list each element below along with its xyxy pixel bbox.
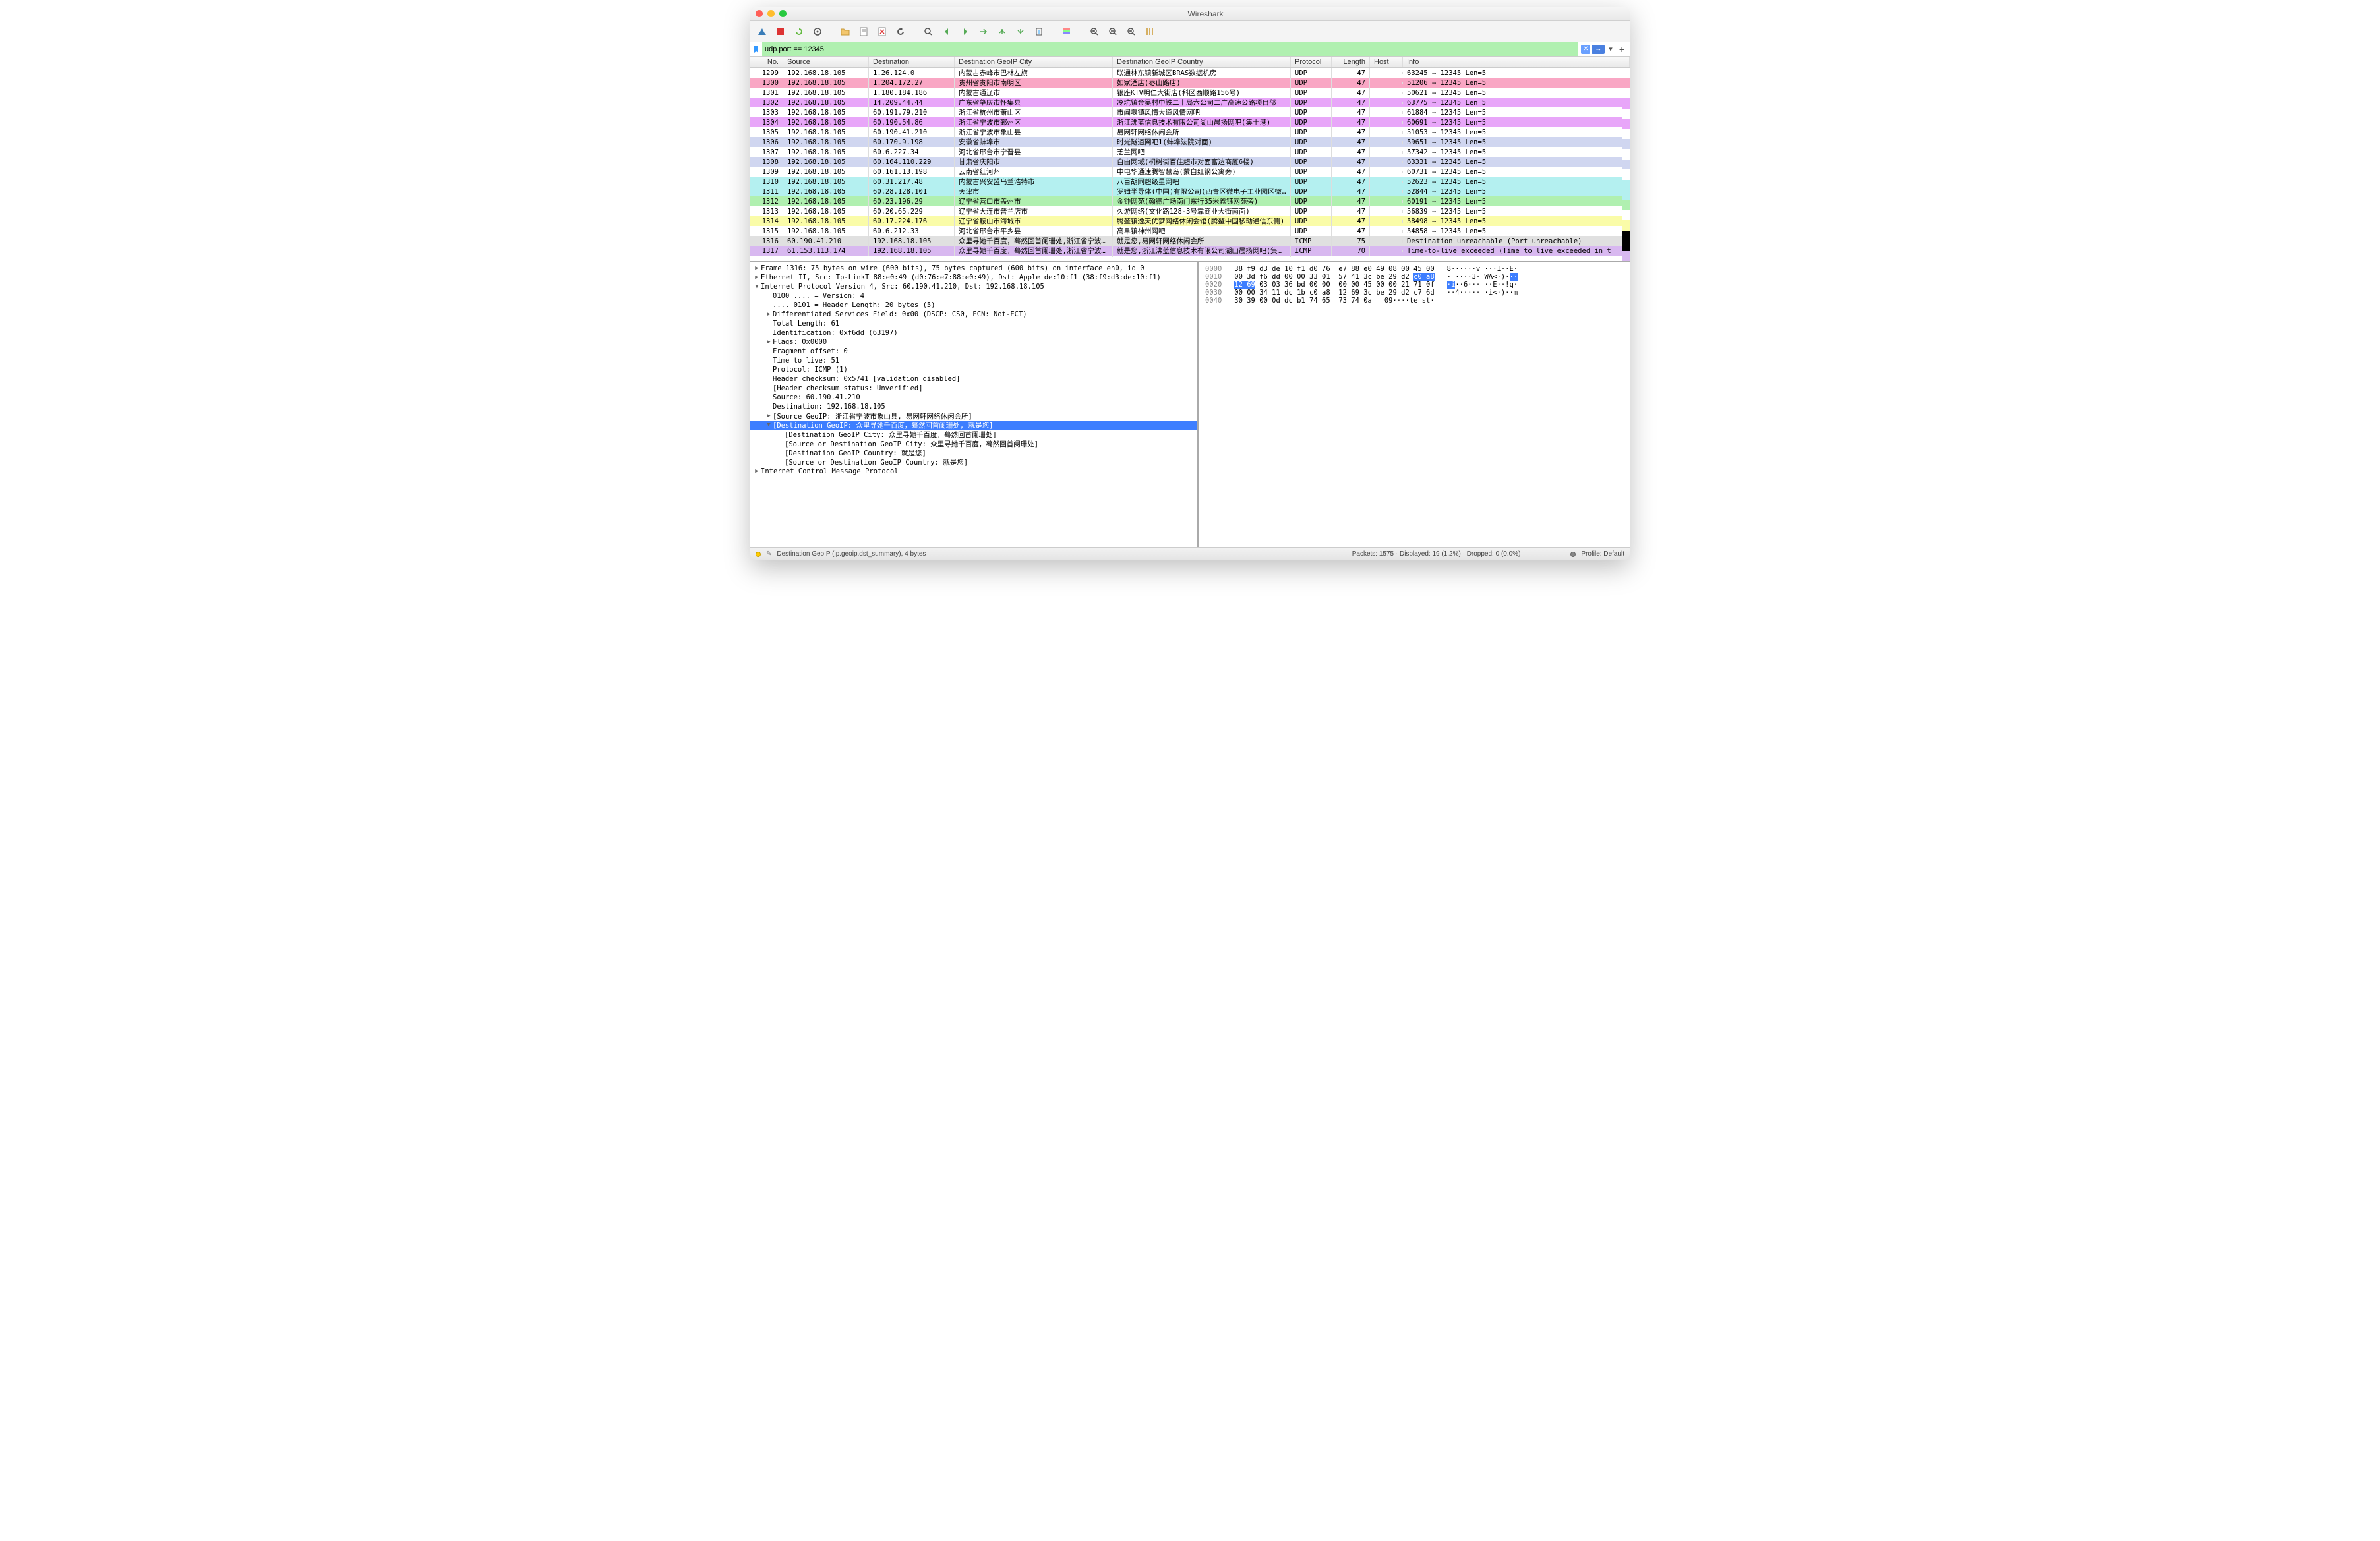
- packet-bytes-pane[interactable]: 0000 38 f9 d3 de 10 f1 d0 76 e7 88 e0 49…: [1199, 262, 1630, 547]
- apply-filter-icon[interactable]: →: [1592, 45, 1605, 54]
- packet-row[interactable]: 131761.153.113.174192.168.18.105众里寻她千百度，…: [750, 246, 1630, 256]
- tree-item[interactable]: ▶Internet Control Message Protocol: [750, 467, 1197, 476]
- packet-minimap: [1622, 68, 1630, 261]
- prev-icon[interactable]: [939, 24, 955, 40]
- tree-item[interactable]: ▼Internet Protocol Version 4, Src: 60.19…: [750, 282, 1197, 291]
- reload-icon[interactable]: [893, 24, 908, 40]
- tree-item[interactable]: ▶Ethernet II, Src: Tp-LinkT_88:e0:49 (d0…: [750, 273, 1197, 282]
- edit-icon[interactable]: ✎: [766, 550, 771, 558]
- col-protocol[interactable]: Protocol: [1291, 57, 1332, 67]
- status-bar: ✎ Destination GeoIP (ip.geoip.dst_summar…: [750, 547, 1630, 560]
- tree-item[interactable]: .... 0101 = Header Length: 20 bytes (5): [750, 301, 1197, 310]
- stop-capture-icon[interactable]: [773, 24, 788, 40]
- tree-item[interactable]: Source: 60.190.41.210: [750, 393, 1197, 402]
- tree-item[interactable]: [Header checksum status: Unverified]: [750, 384, 1197, 393]
- open-file-icon[interactable]: [837, 24, 853, 40]
- tree-item[interactable]: ▶Frame 1316: 75 bytes on wire (600 bits)…: [750, 264, 1197, 273]
- tree-item[interactable]: [Destination GeoIP City: 众里寻她千百度，蓦然回首阑珊处…: [750, 430, 1197, 439]
- auto-scroll-icon[interactable]: [1031, 24, 1047, 40]
- goto-icon[interactable]: [976, 24, 992, 40]
- display-filter-input[interactable]: [762, 42, 1578, 56]
- zoom-reset-icon[interactable]: 1: [1123, 24, 1139, 40]
- save-file-icon[interactable]: [856, 24, 872, 40]
- expert-info-icon[interactable]: [756, 552, 761, 557]
- tree-item[interactable]: Protocol: ICMP (1): [750, 365, 1197, 374]
- close-file-icon[interactable]: [874, 24, 890, 40]
- resize-columns-icon[interactable]: [1142, 24, 1158, 40]
- zoom-in-icon[interactable]: [1086, 24, 1102, 40]
- col-info[interactable]: Info: [1403, 57, 1630, 67]
- packet-list-pane[interactable]: No. Source Destination Destination GeoIP…: [750, 57, 1630, 262]
- tree-item[interactable]: [Source or Destination GeoIP City: 众里寻她千…: [750, 439, 1197, 448]
- window-title: Wireshark: [787, 9, 1624, 18]
- hex-row[interactable]: 0040 30 39 00 0d dc b1 74 65 73 74 0a 09…: [1205, 297, 1623, 305]
- minimize-window[interactable]: [767, 10, 775, 17]
- tree-item[interactable]: Header checksum: 0x5741 [validation disa…: [750, 374, 1197, 384]
- restart-capture-icon[interactable]: [791, 24, 807, 40]
- status-packet-counts: Packets: 1575 · Displayed: 19 (1.2%) · D…: [1352, 550, 1521, 558]
- close-window[interactable]: [756, 10, 763, 17]
- tree-item[interactable]: Fragment offset: 0: [750, 347, 1197, 356]
- col-destination[interactable]: Destination: [869, 57, 955, 67]
- tree-item[interactable]: 0100 .... = Version: 4: [750, 291, 1197, 301]
- tree-item[interactable]: ▼[Destination GeoIP: 众里寻她千百度，蓦然回首阑珊处, 就是…: [750, 421, 1197, 430]
- zoom-out-icon[interactable]: [1105, 24, 1121, 40]
- colorize-icon[interactable]: [1059, 24, 1075, 40]
- filter-bar: ✕ → ▾ +: [750, 42, 1630, 57]
- status-profile[interactable]: Profile: Default: [1581, 550, 1624, 558]
- tree-item[interactable]: ▶Flags: 0x0000: [750, 337, 1197, 347]
- options-icon[interactable]: [810, 24, 825, 40]
- next-icon[interactable]: [957, 24, 973, 40]
- clear-filter-icon[interactable]: ✕: [1581, 45, 1590, 54]
- col-geoip-city[interactable]: Destination GeoIP City: [955, 57, 1113, 67]
- tree-item[interactable]: ▶[Source GeoIP: 浙江省宁波市象山县, 易网轩网络休闲会所]: [750, 411, 1197, 421]
- hex-row[interactable]: 0000 38 f9 d3 de 10 f1 d0 76 e7 88 e0 49…: [1205, 265, 1623, 273]
- shark-fin-icon[interactable]: [754, 24, 770, 40]
- hex-row[interactable]: 0020 12 69 03 03 36 bd 00 00 00 00 45 00…: [1205, 281, 1623, 289]
- tree-item[interactable]: Identification: 0xf6dd (63197): [750, 328, 1197, 337]
- col-host[interactable]: Host: [1370, 57, 1403, 67]
- bookmark-icon[interactable]: [750, 45, 762, 53]
- packet-details-pane[interactable]: ▶Frame 1316: 75 bytes on wire (600 bits)…: [750, 262, 1199, 547]
- status-field-info: Destination GeoIP (ip.geoip.dst_summary)…: [777, 550, 926, 558]
- svg-text:1: 1: [1129, 30, 1131, 34]
- add-filter-icon[interactable]: +: [1617, 44, 1627, 55]
- titlebar: Wireshark: [750, 7, 1630, 21]
- hex-row[interactable]: 0010 00 3d f6 dd 00 00 33 01 57 41 3c be…: [1205, 273, 1623, 281]
- goto-last-icon[interactable]: [1013, 24, 1028, 40]
- col-geoip-country[interactable]: Destination GeoIP Country: [1113, 57, 1291, 67]
- hex-row[interactable]: 0030 00 00 34 11 dc 1b c0 a8 12 69 3c be…: [1205, 289, 1623, 297]
- tree-item[interactable]: Destination: 192.168.18.105: [750, 402, 1197, 411]
- tree-item[interactable]: ▶Differentiated Services Field: 0x00 (DS…: [750, 310, 1197, 319]
- tree-item[interactable]: Time to live: 51: [750, 356, 1197, 365]
- main-toolbar: 1: [750, 21, 1630, 42]
- app-window: Wireshark 1 ✕ → ▾ +: [750, 7, 1630, 560]
- filter-dropdown-icon[interactable]: ▾: [1606, 45, 1615, 53]
- tree-item[interactable]: [Destination GeoIP Country: 就是您]: [750, 448, 1197, 457]
- find-icon[interactable]: [920, 24, 936, 40]
- lower-panes: ▶Frame 1316: 75 bytes on wire (600 bits)…: [750, 262, 1630, 547]
- packet-list-header: No. Source Destination Destination GeoIP…: [750, 57, 1630, 68]
- tree-item[interactable]: [Source or Destination GeoIP Country: 就是…: [750, 457, 1197, 467]
- col-length[interactable]: Length: [1332, 57, 1370, 67]
- profile-indicator-icon: [1570, 552, 1576, 557]
- goto-first-icon[interactable]: [994, 24, 1010, 40]
- col-source[interactable]: Source: [783, 57, 869, 67]
- traffic-lights: [756, 10, 787, 17]
- tree-item[interactable]: Total Length: 61: [750, 319, 1197, 328]
- maximize-window[interactable]: [779, 10, 787, 17]
- col-no[interactable]: No.: [750, 57, 783, 67]
